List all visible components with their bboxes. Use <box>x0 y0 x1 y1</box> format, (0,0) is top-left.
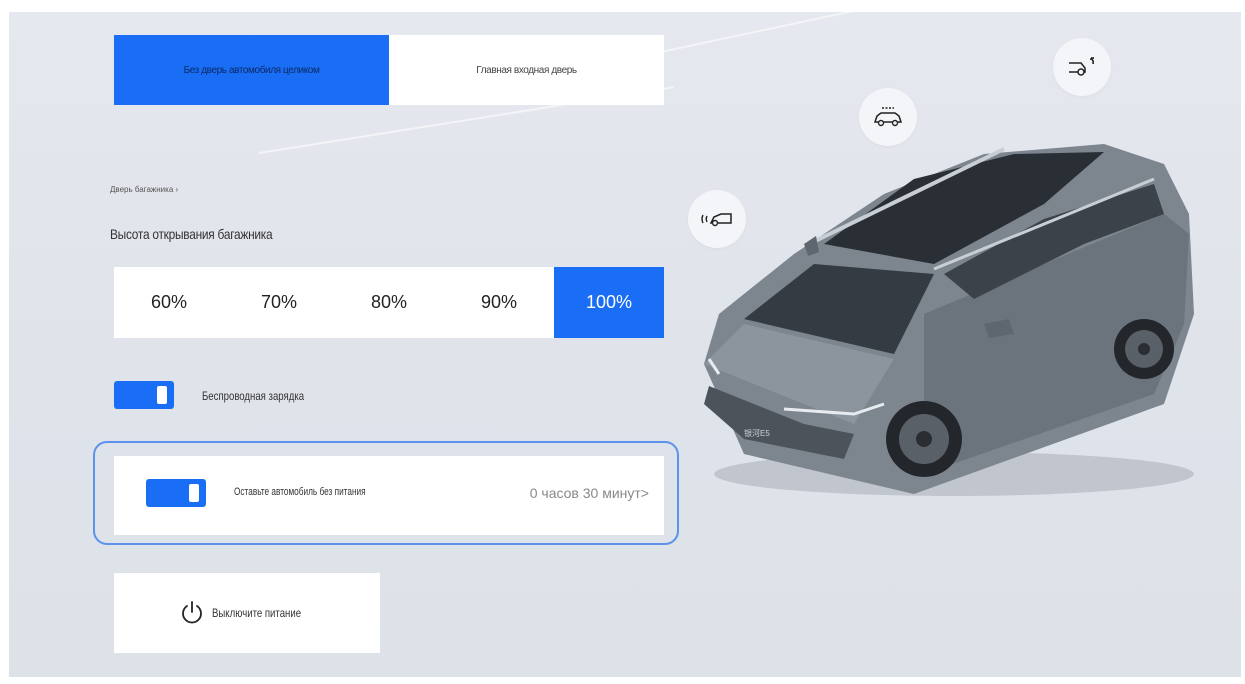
power-off-label: Выключите питание <box>212 606 302 620</box>
wireless-charging-toggle[interactable] <box>114 381 174 409</box>
car-image: 银河E5 <box>704 144 1194 496</box>
trunk-height-option-90[interactable]: 90% <box>444 267 554 338</box>
trunk-height-selector: 60% 70% 80% 90% 100% <box>114 267 664 338</box>
app-screen: Без дверь автомобиля целиком Главная вхо… <box>9 12 1241 677</box>
trunk-height-option-70[interactable]: 70% <box>224 267 334 338</box>
door-tabs: Без дверь автомобиля целиком Главная вхо… <box>114 35 664 105</box>
tab-main-door[interactable]: Главная входная дверь <box>389 35 664 105</box>
toggle-knob <box>157 386 167 404</box>
power-keep-label: Оставьте автомобиль без питания <box>234 486 366 498</box>
wireless-charging-label: Беспроводная зарядка <box>202 389 305 403</box>
tab-all-doors[interactable]: Без дверь автомобиля целиком <box>114 35 389 105</box>
trunk-height-option-100[interactable]: 100% <box>554 267 664 338</box>
car-badge: 银河E5 <box>744 428 770 438</box>
power-off-button[interactable]: Выключите питание <box>114 573 380 653</box>
trunk-door-link[interactable]: Дверь багажника › <box>110 185 178 194</box>
toggle-knob <box>189 484 199 502</box>
trunk-open-button[interactable] <box>1053 38 1111 96</box>
trunk-height-option-60[interactable]: 60% <box>114 267 224 338</box>
power-keep-duration[interactable]: 0 часов 30 минут> <box>530 485 649 501</box>
power-icon <box>182 601 202 624</box>
trunk-height-option-80[interactable]: 80% <box>334 267 444 338</box>
trunk-open-icon <box>1069 57 1094 76</box>
power-keep-toggle[interactable] <box>146 479 206 507</box>
trunk-height-title: Высота открывания багажника <box>110 226 273 242</box>
